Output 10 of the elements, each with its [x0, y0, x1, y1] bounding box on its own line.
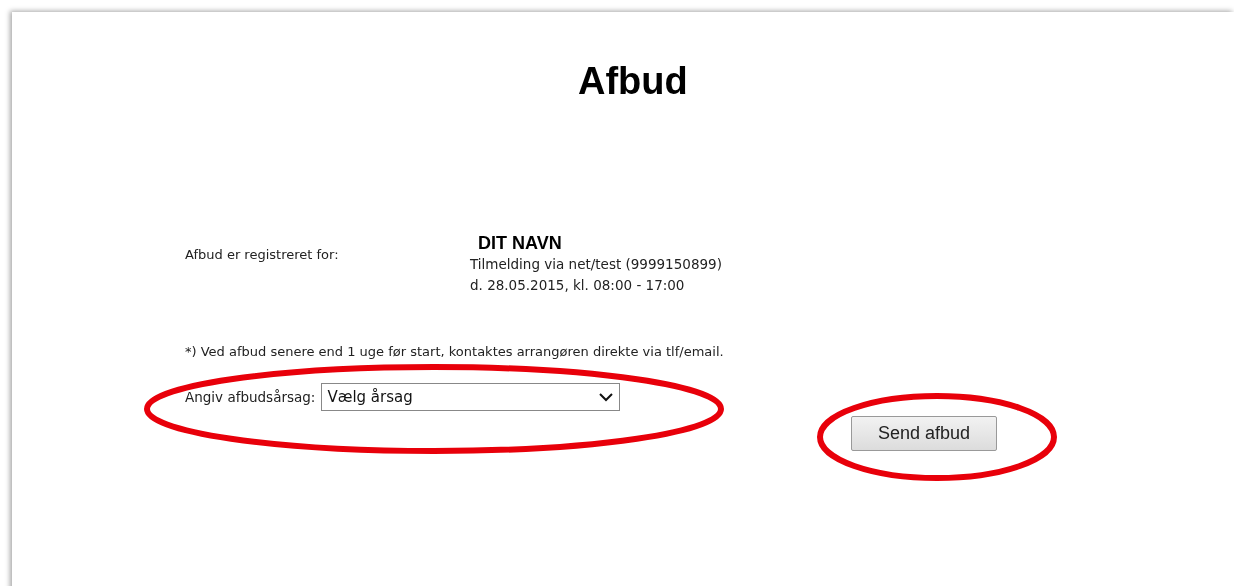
chevron-down-icon: [599, 392, 614, 402]
reason-label: Angiv afbudsårsag:: [185, 389, 316, 405]
send-button[interactable]: Send afbud: [851, 416, 997, 451]
reason-dropdown[interactable]: Vælg årsag: [321, 383, 621, 411]
note-text: *) Ved afbud senere end 1 uge før start, kontaktes arrangøren direkte via tlf/email.: [185, 344, 725, 359]
registration-label: Afbud er registreret for:: [185, 247, 340, 264]
page-title: Afbud: [578, 60, 688, 103]
event-date: d. 28.05.2015, kl. 08:00 - 17:00: [470, 276, 686, 295]
event-text: Tilmelding via net/test (9999150899): [470, 255, 722, 274]
participant-name: DIT NAVN: [478, 233, 563, 254]
